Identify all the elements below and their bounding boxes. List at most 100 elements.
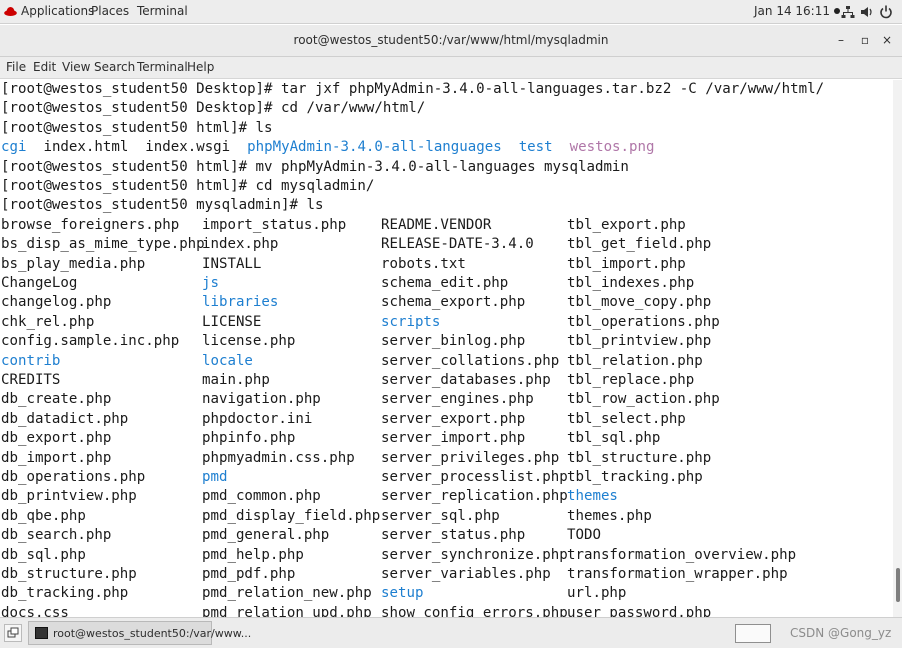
menu-file[interactable]: File [6,60,26,74]
file-entry: db_search.php [1,527,112,544]
top-panel: Applications Places Terminal Jan 14 16:1… [0,0,902,24]
file-entry: ChangeLog [1,275,78,291]
terminal-menubar: File Edit View Search Terminal Help [0,57,902,79]
file-entry: show_config_errors.php [381,604,568,617]
file-entry: themes.php [567,507,652,524]
file-entry: server_engines.php [381,391,534,408]
file-entry: transformation_wrapper.php [567,566,788,582]
file-entry: db_structure.php [1,566,137,582]
ls-html-output: cgi index.html index.wsgi phpMyAdmin-3.4… [1,138,654,157]
file-entry: tbl_replace.php [567,372,695,388]
directory-entry: locale [202,352,253,369]
file-entry: server_processlist.php [381,469,568,485]
file-entry: index.php [202,236,279,253]
file-entry: robots.txt [381,255,466,272]
scrollbar-thumb[interactable] [896,568,900,602]
file-entry: tbl_select.php [567,410,686,427]
show-desktop-button[interactable] [4,624,22,642]
menu-terminal[interactable]: Terminal [137,60,188,74]
file-entry: tbl_printview.php [567,333,712,350]
file-entry: transformation_overview.php [567,546,797,563]
file-entry: db_import.php [1,449,112,466]
file-entry: browse_foreigners.php [1,216,180,233]
file-entry: schema_export.php [381,294,526,311]
file-entry: RELEASE-DATE-3.4.0 [381,236,534,253]
file-entry: TODO [567,527,601,544]
terminal-output[interactable]: [root@westos_student50 Desktop]# tar jxf… [0,80,893,617]
file-entry: tbl_row_action.php [567,391,720,408]
clock[interactable]: Jan 14 16:11 [754,4,840,18]
file-entry: phpmyadmin.css.php [202,449,355,466]
ls-entry: cgi [1,139,27,156]
terminal-line: [root@westos_student50 Desktop]# cd /var… [1,100,426,117]
file-entry: server_privileges.php [381,449,560,466]
clock-indicator [833,8,840,14]
file-entry: tbl_operations.php [567,313,720,330]
directory-entry: contrib [1,352,61,369]
ls-entry: westos.png [569,139,655,156]
file-entry: phpdoctor.ini [202,410,313,427]
power-icon[interactable] [879,5,893,19]
taskbar: root@westos_student50:/var/www... CSDN @… [0,617,902,648]
file-entry: db_operations.php [1,469,146,485]
file-entry: db_tracking.php [1,585,129,602]
file-entry: schema_edit.php [381,275,509,291]
places-menu[interactable]: Places [91,4,129,18]
file-entry: db_sql.php [1,546,86,563]
file-entry: main.php [202,372,270,388]
file-entry: tbl_relation.php [567,352,703,369]
file-entry: tbl_get_field.php [567,236,712,253]
file-entry: tbl_indexes.php [567,275,695,291]
terminal-menu[interactable]: Terminal [137,4,188,18]
redhat-icon[interactable] [4,5,17,17]
minimize-button[interactable]: – [834,33,848,47]
menu-edit[interactable]: Edit [33,60,56,74]
menu-help[interactable]: Help [187,60,214,74]
close-button[interactable]: × [880,33,894,47]
network-icon[interactable] [841,5,855,19]
file-entry: db_datadict.php [1,410,129,427]
terminal-scrollbar[interactable] [893,80,902,617]
file-entry: tbl_structure.php [567,449,712,466]
show-desktop-icon [7,627,19,638]
file-entry: LICENSE [202,313,262,330]
file-entry: pmd_pdf.php [202,566,296,582]
file-entry: INSTALL [202,255,262,272]
taskbar-terminal-window[interactable]: root@westos_student50:/var/www... [28,621,251,645]
workspace-switcher[interactable] [735,624,771,643]
file-entry: pmd_common.php [202,488,321,505]
ls-entry: phpMyAdmin-3.4.0-all-languages [247,139,502,156]
file-entry: server_status.php [381,527,526,544]
file-entry: pmd_general.php [202,527,330,544]
directory-entry: libraries [202,294,279,311]
terminal-icon [35,627,48,639]
window-titlebar[interactable]: root@westos_student50:/var/www/html/mysq… [0,25,902,57]
volume-icon[interactable] [860,5,874,19]
maximize-button[interactable]: ▫ [858,33,872,47]
file-entry: tbl_move_copy.php [567,294,712,311]
terminal-line: [root@westos_student50 html]# mv phpMyAd… [1,158,629,175]
file-entry: server_import.php [381,430,526,447]
directory-entry: themes [567,488,618,505]
applications-menu[interactable]: Applications [21,4,94,18]
file-entry: import_status.php [202,216,347,233]
file-entry: phpinfo.php [202,430,296,447]
watermark: CSDN @Gong_yz [790,626,892,640]
file-entry: tbl_export.php [567,216,686,233]
directory-entry: setup [381,585,424,602]
menu-view[interactable]: View [62,60,90,74]
file-entry: db_export.php [1,430,112,447]
file-entry: changelog.php [1,294,112,311]
file-entry: db_qbe.php [1,507,86,524]
menu-search[interactable]: Search [94,60,135,74]
file-entry: bs_disp_as_mime_type.php [1,236,205,253]
file-entry: db_printview.php [1,488,137,505]
file-entry: server_collations.php [381,352,560,369]
directory-entry: js [202,275,219,291]
file-entry: CREDITS [1,372,61,388]
file-entry: navigation.php [202,391,321,408]
file-entry: tbl_import.php [567,255,686,272]
file-entry: server_variables.php [381,566,551,582]
file-entry: tbl_sql.php [567,430,661,447]
ls-entry: index.wsgi [145,139,231,156]
